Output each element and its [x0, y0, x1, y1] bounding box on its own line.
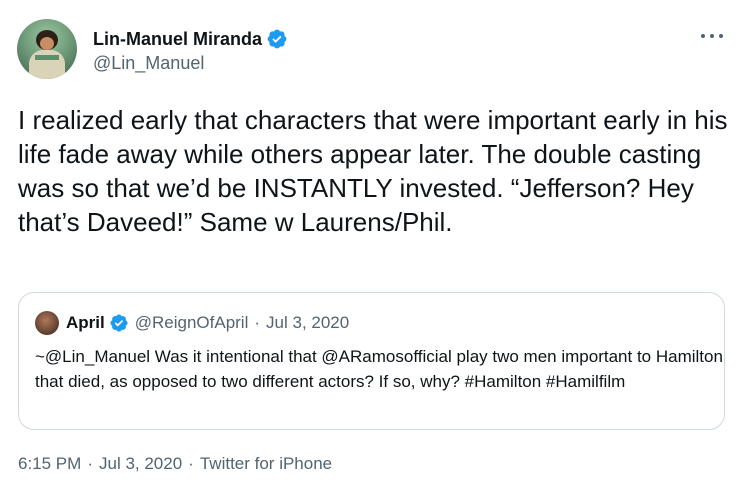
- tweet-text: I realized early that characters that we…: [18, 105, 728, 237]
- author-name-row: Lin-Manuel Miranda: [93, 27, 288, 51]
- meta-separator: ·: [87, 454, 93, 473]
- verified-badge-icon: [267, 29, 287, 49]
- avatar-stripe: [35, 55, 59, 60]
- tweet-source-link[interactable]: Twitter for iPhone: [200, 454, 332, 474]
- more-dot-icon: [710, 34, 714, 38]
- author-handle[interactable]: @Lin_Manuel: [93, 53, 204, 74]
- quoted-author-handle: @ReignOfApril: [134, 313, 249, 332]
- tweet-time-link[interactable]: 6:15 PM: [18, 454, 81, 474]
- quoted-tweet-date: Jul 3, 2020: [266, 313, 350, 332]
- tweet-metadata: 6:15 PM · Jul 3, 2020 · Twitter for iPho…: [18, 454, 332, 474]
- avatar-face: [40, 37, 54, 50]
- quoted-author-name: April: [66, 313, 105, 332]
- more-dot-icon: [701, 34, 705, 38]
- quoted-tweet-text: ~@Lin_Manuel Was it intentional that @AR…: [35, 347, 723, 391]
- more-dot-icon: [719, 34, 723, 38]
- verified-badge-icon: [110, 314, 128, 332]
- quoted-tweet-header: April @ReignOfApril · Jul 3, 2020: [66, 312, 349, 334]
- quoted-separator: ·: [254, 313, 261, 332]
- author-display-name[interactable]: Lin-Manuel Miranda: [93, 29, 262, 50]
- meta-separator: ·: [188, 454, 194, 473]
- tweet-card: Lin-Manuel Miranda @Lin_Manuel I realize…: [0, 0, 747, 490]
- author-avatar[interactable]: [17, 19, 77, 79]
- more-options-button[interactable]: [701, 28, 723, 44]
- quoted-author-avatar: [35, 311, 59, 335]
- quoted-tweet[interactable]: April @ReignOfApril · Jul 3, 2020 ~@Lin_…: [18, 292, 725, 430]
- tweet-date-link[interactable]: Jul 3, 2020: [99, 454, 182, 474]
